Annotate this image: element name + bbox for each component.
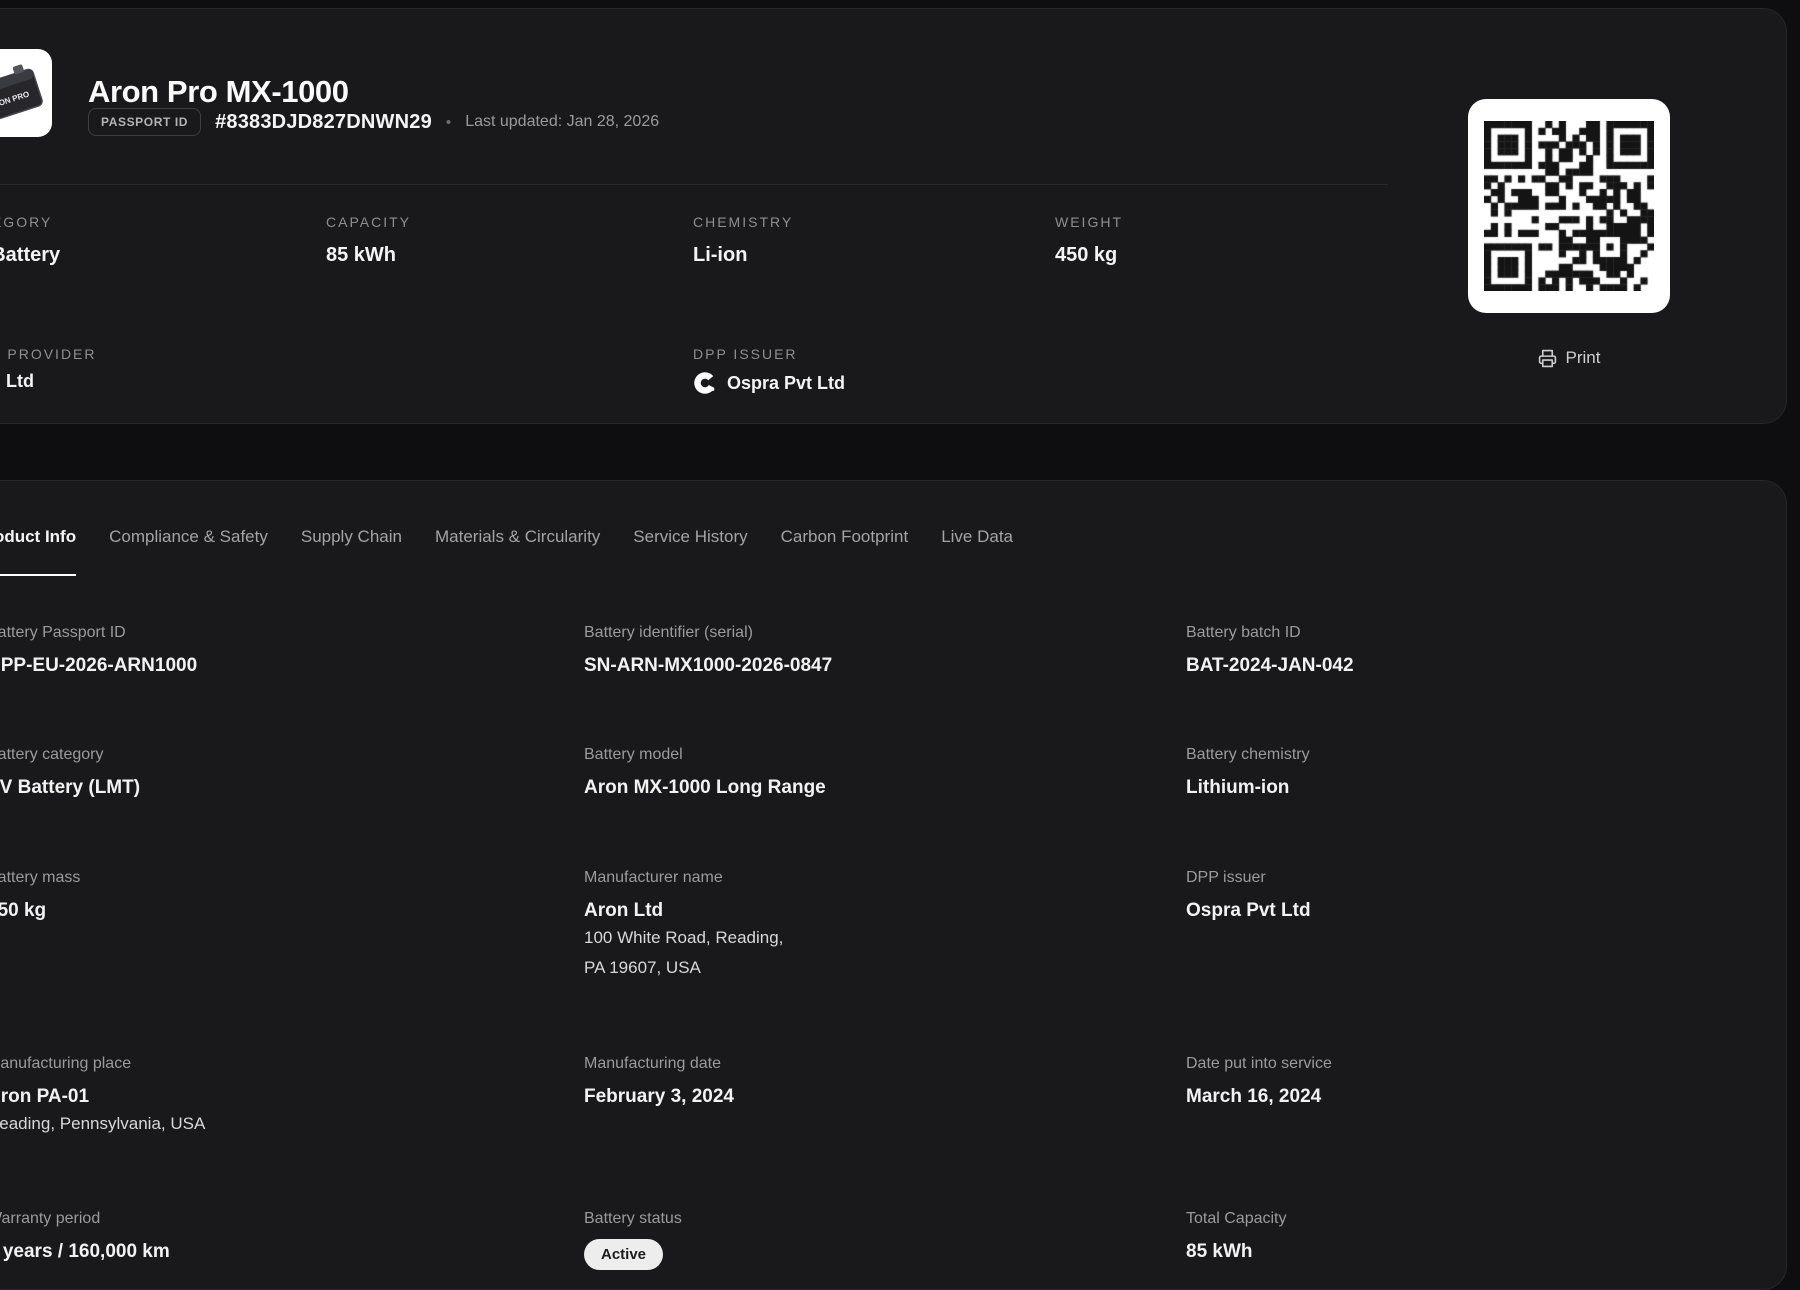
dpp-issuer-block: DPP ISSUER Ospra Pvt Ltd	[693, 345, 845, 395]
status-badge: Active	[584, 1239, 663, 1270]
passport-qr-code	[1468, 99, 1670, 313]
field-label: Warranty period	[0, 1208, 170, 1229]
field-battery-category: Battery category EV Battery (LMT)	[0, 744, 140, 800]
ospra-logo-icon	[693, 371, 717, 395]
manufacturer-address-line: PA 19607, USA	[584, 953, 783, 983]
field-label: Manufacturing place	[0, 1053, 205, 1074]
field-battery-batch-id: Battery batch ID BAT-2024-JAN-042	[1186, 622, 1354, 678]
data-provider-block: DATA PROVIDER Aron Ltd	[0, 345, 97, 392]
passport-id-value: #8383DJD827DNWN29	[215, 111, 432, 134]
field-label: Battery identifier (serial)	[584, 622, 832, 643]
field-battery-status: Battery status Active	[584, 1208, 682, 1270]
stat-value: EV Battery	[0, 244, 60, 267]
tab-carbon-footprint[interactable]: Carbon Footprint	[781, 526, 909, 574]
last-updated-text: Last updated: Jan 28, 2026	[465, 113, 659, 131]
stat-label: WEIGHT	[1055, 213, 1123, 231]
dpp-issuer-label: DPP ISSUER	[693, 345, 845, 363]
manufacturing-place-line: Reading, Pennsylvania, USA	[0, 1109, 205, 1139]
passport-content-card: Product Info Compliance & Safety Supply …	[0, 480, 1787, 1290]
dpp-battery-passport-page: { "header": { "title": "Aron Pro MX-1000…	[0, 0, 1800, 1250]
field-total-capacity: Total Capacity 85 kWh	[1186, 1208, 1287, 1264]
field-manufacturing-place: Manufacturing place Aron PA-01 Reading, …	[0, 1053, 205, 1139]
tab-live-data[interactable]: Live Data	[941, 526, 1013, 574]
field-value: EV Battery (LMT)	[0, 776, 140, 800]
print-button-label: Print	[1566, 348, 1601, 368]
stat-capacity: CAPACITY 85 kWh	[326, 213, 411, 267]
field-label: Battery mass	[0, 867, 80, 888]
stat-value: 85 kWh	[326, 244, 411, 267]
field-value: February 3, 2024	[584, 1085, 734, 1109]
field-label: DPP issuer	[1186, 867, 1311, 888]
header-divider	[0, 184, 1388, 185]
tab-service-history[interactable]: Service History	[633, 526, 747, 574]
passport-header-card: ARON PRO Aron Pro MX-1000 PASSPORT ID #8…	[0, 8, 1787, 424]
field-date-put-into-service: Date put into service March 16, 2024	[1186, 1053, 1332, 1109]
page-title: Aron Pro MX-1000	[88, 74, 349, 110]
field-value: SN-ARN-MX1000-2026-0847	[584, 654, 832, 678]
field-manufacturer-name: Manufacturer name Aron Ltd 100 White Roa…	[584, 867, 783, 983]
tab-materials-circularity[interactable]: Materials & Circularity	[435, 526, 600, 574]
field-value: March 16, 2024	[1186, 1085, 1332, 1109]
printer-icon	[1538, 349, 1557, 368]
field-value: Ospra Pvt Ltd	[1186, 899, 1311, 923]
field-label: Battery chemistry	[1186, 744, 1310, 765]
field-warranty-period: Warranty period 8 years / 160,000 km	[0, 1208, 170, 1264]
field-value: DPP-EU-2026-ARN1000	[0, 654, 197, 678]
field-label: Manufacturing date	[584, 1053, 734, 1074]
field-value: 8 years / 160,000 km	[0, 1240, 170, 1264]
field-label: Battery category	[0, 744, 140, 765]
field-value: Aron Ltd	[584, 899, 783, 923]
field-battery-model: Battery model Aron MX-1000 Long Range	[584, 744, 826, 800]
stat-label: CAPACITY	[326, 213, 411, 231]
product-photo: ARON PRO	[0, 49, 52, 137]
stat-label: CHEMISTRY	[693, 213, 793, 231]
tab-product-info[interactable]: Product Info	[0, 526, 76, 576]
field-label: Battery status	[584, 1208, 682, 1229]
field-value: Aron MX-1000 Long Range	[584, 776, 826, 800]
stat-value: 450 kg	[1055, 244, 1123, 267]
qr-pattern	[1484, 121, 1654, 291]
stat-category: CATEGORY EV Battery	[0, 213, 60, 267]
field-dpp-issuer: DPP issuer Ospra Pvt Ltd	[1186, 867, 1311, 923]
tab-supply-chain[interactable]: Supply Chain	[301, 526, 402, 574]
field-value: 450 kg	[0, 899, 80, 923]
dpp-issuer-value: Ospra Pvt Ltd	[727, 373, 845, 394]
dot-separator: •	[446, 114, 451, 131]
field-battery-chemistry: Battery chemistry Lithium-ion	[1186, 744, 1310, 800]
field-value: Lithium-ion	[1186, 776, 1310, 800]
battery-photo-illustration: ARON PRO	[0, 49, 52, 137]
passport-id-row: PASSPORT ID #8383DJD827DNWN29 • Last upd…	[88, 106, 659, 138]
passport-tabs: Product Info Compliance & Safety Supply …	[0, 526, 1013, 576]
manufacturer-address-line: 100 White Road, Reading,	[584, 923, 783, 953]
field-label: Battery model	[584, 744, 826, 765]
passport-id-badge: PASSPORT ID	[88, 108, 201, 136]
field-manufacturing-date: Manufacturing date February 3, 2024	[584, 1053, 734, 1109]
field-value: 85 kWh	[1186, 1240, 1287, 1264]
field-value: BAT-2024-JAN-042	[1186, 654, 1354, 678]
field-label: Total Capacity	[1186, 1208, 1287, 1229]
field-battery-mass: Battery mass 450 kg	[0, 867, 80, 923]
stat-value: Li-ion	[693, 244, 793, 267]
data-provider-label: DATA PROVIDER	[0, 345, 97, 363]
field-value: Aron PA-01	[0, 1085, 205, 1109]
tab-compliance-safety[interactable]: Compliance & Safety	[109, 526, 268, 574]
print-button[interactable]: Print	[1468, 343, 1670, 373]
field-label: Manufacturer name	[584, 867, 783, 888]
stat-chemistry: CHEMISTRY Li-ion	[693, 213, 793, 267]
field-battery-identifier: Battery identifier (serial) SN-ARN-MX100…	[584, 622, 832, 678]
field-label: Battery Passport ID	[0, 622, 197, 643]
field-battery-passport-id: Battery Passport ID DPP-EU-2026-ARN1000	[0, 622, 197, 678]
field-label: Battery batch ID	[1186, 622, 1354, 643]
stat-label: CATEGORY	[0, 213, 60, 231]
field-label: Date put into service	[1186, 1053, 1332, 1074]
data-provider-value: Aron Ltd	[0, 371, 34, 392]
stat-weight: WEIGHT 450 kg	[1055, 213, 1123, 267]
